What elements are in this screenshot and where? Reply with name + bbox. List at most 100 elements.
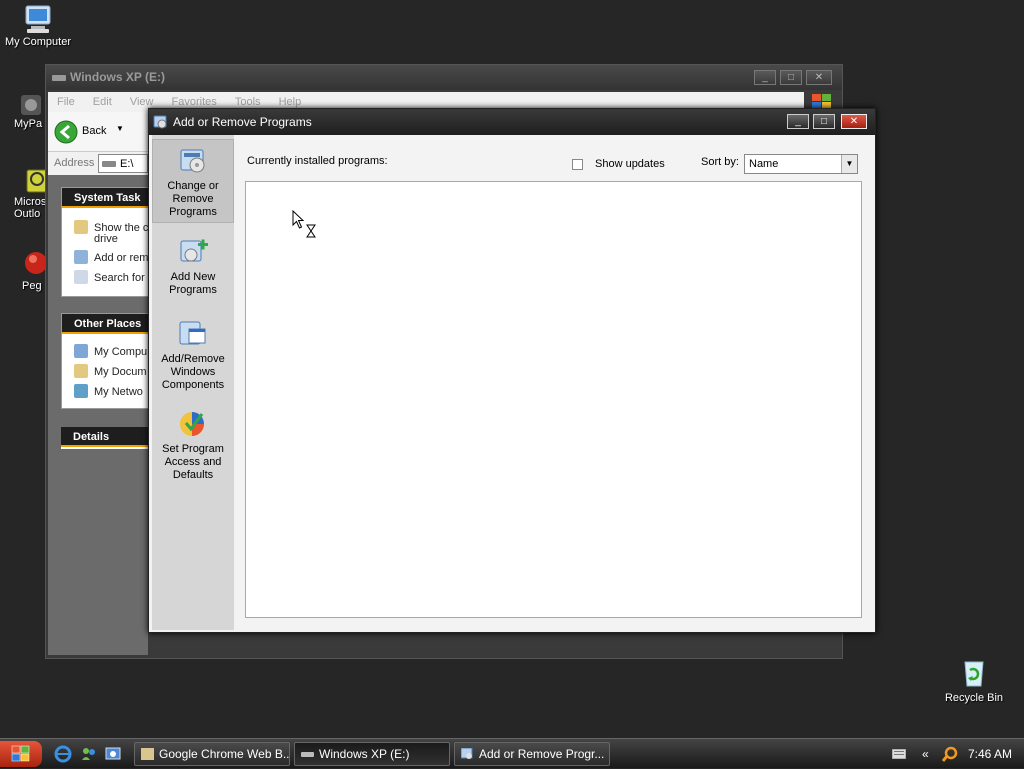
arp-sidebar: Change or Remove Programs Add New Progra… [152,135,234,630]
network-icon [74,384,88,398]
add-remove-icon [74,250,88,264]
explorer-maximize-button[interactable]: □ [780,70,802,85]
desktop-icon-label: MyPa [14,118,43,130]
explorer-close-button[interactable]: ✕ [806,70,832,85]
back-arrow-icon [54,120,78,144]
desktop-icon-mypa[interactable]: MyPa [14,92,48,130]
explorer-minimize-button[interactable]: _ [754,70,776,85]
menu-help[interactable]: Help [279,96,302,108]
sort-by-label: Sort by: [701,156,739,168]
details-header[interactable]: Details [61,427,149,447]
other-places-panel: Other Places My Compu My Docum My Netwo [61,313,149,409]
task-show-drive[interactable]: Show the c [74,220,148,234]
place-my-network[interactable]: My Netwo [74,384,143,398]
tray-expand-chevron[interactable]: « [922,739,929,769]
add-remove-programs-icon [153,115,167,129]
change-remove-programs-icon [180,149,205,173]
drive-icon [301,752,314,757]
arp-title-bar[interactable]: Add or Remove Programs [149,109,875,135]
windows-logo-icon [11,745,30,762]
keyboard-icon[interactable] [892,749,906,759]
desktop-icon-label: Outlo [14,208,41,220]
recycle-bin-icon [964,661,984,687]
back-dropdown-icon[interactable]: ▼ [116,124,124,133]
desktop-icon-peg[interactable]: Peg [22,250,47,292]
desktop-icon-recycle-bin[interactable]: Recycle Bin [940,656,1008,704]
system-tasks-header[interactable]: System Task [62,188,148,208]
back-label: Back [82,125,107,137]
taskbar: Google Chrome Web B... Windows XP (E:) A… [0,738,1024,768]
taskbar-button-label: Add or Remove Progr... [479,747,605,761]
system-tasks-panel: System Task Show the c drive Add or rem … [61,187,149,297]
chrome-window-icon [141,748,154,760]
taskbar-button-label: Google Chrome Web B... [159,747,290,761]
sidebar-label: Add New Programs [169,271,217,296]
sidebar-set-program-access[interactable]: Set Program Access and Defaults [152,403,234,489]
desktop-icon-label: Recycle Bin [944,692,1004,704]
other-places-header[interactable]: Other Places [62,314,148,334]
show-updates-checkbox[interactable] [572,159,583,170]
back-button[interactable]: Back ▼ [54,119,134,145]
program-access-icon [180,412,204,436]
task-add-remove[interactable]: Add or rem [74,250,148,264]
my-computer-icon [74,344,88,358]
installed-programs-list[interactable] [245,181,862,618]
sidebar-change-remove-programs[interactable]: Change or Remove Programs [152,139,234,223]
chevron-down-icon[interactable]: ▼ [841,155,857,173]
shortcut-app-icon [21,95,41,115]
internet-explorer-icon[interactable] [54,745,72,763]
sidebar-add-remove-windows-components[interactable]: Add/Remove Windows Components [152,313,234,399]
task-show-drive-line2[interactable]: drive [94,233,118,245]
messenger-icon[interactable] [80,745,98,763]
sort-by-value: Name [749,158,779,170]
search-icon[interactable] [942,746,958,762]
desktop-icon-label: Micros [14,196,47,208]
sidebar-label: Set Program Access and Defaults [162,443,224,481]
add-remove-programs-window[interactable]: Add or Remove Programs _ □ ✕ Change or R… [148,108,876,633]
start-button[interactable] [0,741,42,767]
windows-components-icon [179,321,206,345]
arp-close-button[interactable]: ✕ [841,114,867,129]
add-new-programs-icon [180,239,208,262]
desktop-icon-label: My Computer [4,36,72,48]
sidebar-add-new-programs[interactable]: Add New Programs [152,231,234,305]
menu-favorites[interactable]: Favorites [172,96,217,108]
my-computer-icon [25,5,51,33]
desktop-icon-my-computer[interactable]: My Computer [4,2,72,48]
menu-edit[interactable]: Edit [93,96,112,108]
menu-file[interactable]: File [57,96,75,108]
drive-icon [102,161,116,167]
taskbar-button-add-remove-programs[interactable]: Add or Remove Progr... [454,742,610,766]
sidebar-label: Change or Remove Programs [167,180,219,218]
sidebar-label: Add/Remove Windows Components [161,353,225,391]
address-value: E:\ [120,158,134,170]
add-remove-programs-icon [461,748,473,759]
arp-minimize-button[interactable]: _ [787,114,809,129]
place-my-documents[interactable]: My Docum [74,364,147,378]
address-input[interactable]: E:\ [98,154,148,173]
sort-by-select[interactable]: Name ▼ [744,154,858,174]
address-bar: Address E:\ [48,151,148,175]
taskbar-button-explorer[interactable]: Windows XP (E:) [294,742,450,766]
task-label: Add or rem [94,252,149,264]
menu-view[interactable]: View [130,96,154,108]
desktop-icon-outlook[interactable]: Micros Outlo [14,168,48,220]
task-label: Search for [94,272,145,284]
clock[interactable]: 7:46 AM [968,739,1012,769]
show-desktop-icon[interactable] [104,745,122,763]
place-label: My Netwo [94,386,143,398]
folder-icon [74,364,88,378]
show-updates-label[interactable]: Show updates [595,158,665,170]
folder-icon [74,220,88,234]
menu-tools[interactable]: Tools [235,96,261,108]
arp-maximize-button[interactable]: □ [813,114,835,129]
task-search[interactable]: Search for [74,270,145,284]
place-my-computer[interactable]: My Compu [74,344,147,358]
search-icon [74,270,88,284]
explorer-title-bar[interactable]: Windows XP (E:) [46,65,842,90]
drive-icon [52,75,66,81]
taskbar-button-chrome[interactable]: Google Chrome Web B... [134,742,290,766]
installed-programs-label: Currently installed programs: [247,155,388,167]
explorer-title: Windows XP (E:) [70,70,166,84]
desktop-icon-label: Peg [22,280,42,292]
